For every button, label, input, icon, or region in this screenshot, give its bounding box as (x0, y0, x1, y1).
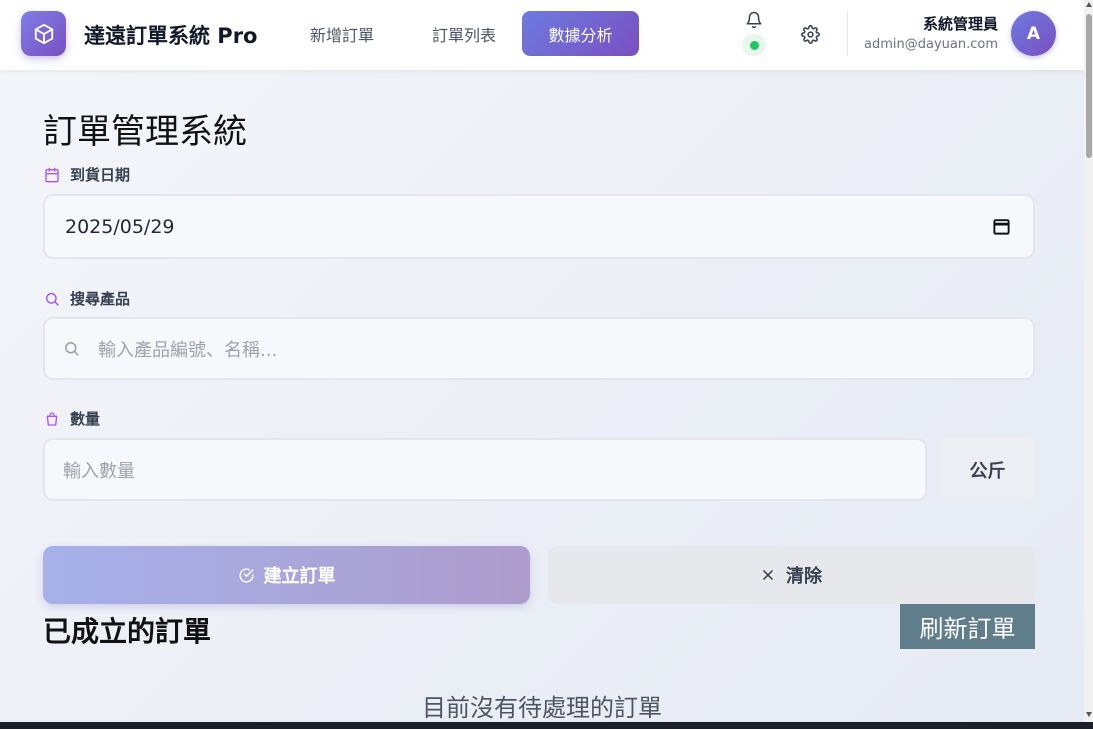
create-order-label: 建立訂單 (263, 566, 336, 587)
scroll-up-arrow-icon[interactable] (1086, 2, 1092, 7)
empty-orders-message: 目前沒有待處理的訂單 (422, 694, 662, 722)
unit-selector-button[interactable]: 公斤 (940, 438, 1035, 501)
cube-icon (34, 23, 53, 44)
clear-label: 清除 (786, 566, 822, 587)
search-placeholder: 輸入產品編號、名稱... (98, 339, 278, 361)
orders-section-title: 已成立的訂單 (43, 615, 212, 648)
close-icon (763, 570, 773, 580)
user-email: admin@dayuan.com (864, 37, 998, 52)
calendar-picker-icon[interactable] (992, 217, 1011, 236)
date-value: 2025/05/29 (65, 215, 175, 238)
product-search-input[interactable]: 輸入產品編號、名稱... (43, 317, 1035, 380)
page-title: 訂單管理系統 (43, 112, 247, 152)
top-navbar: 達遠訂單系統 Pro 新增訂單 訂單列表 數據分析 系統管理員 admin@da… (0, 0, 1084, 70)
settings-button[interactable] (797, 21, 823, 47)
search-icon (45, 292, 59, 306)
status-dot (749, 40, 759, 50)
search-label-text: 搜尋產品 (70, 290, 131, 308)
search-field-label: 搜尋產品 (44, 288, 130, 309)
app-logo[interactable] (21, 11, 66, 56)
delivery-date-input[interactable]: 2025/05/29 (43, 194, 1035, 259)
calendar-icon (45, 167, 59, 182)
date-field-label: 到貨日期 (44, 164, 130, 185)
scrollbar-thumb[interactable] (1086, 14, 1092, 158)
date-label-text: 到貨日期 (70, 166, 131, 184)
quantity-label-text: 數量 (70, 410, 101, 428)
nav-analytics[interactable]: 數據分析 (522, 11, 639, 56)
user-name: 系統管理員 (922, 15, 998, 33)
brand-name: 達遠訂單系統 Pro (84, 24, 258, 48)
check-circle-icon (238, 567, 254, 583)
search-icon (65, 342, 79, 356)
gear-icon (800, 24, 820, 44)
clear-button[interactable]: 清除 (548, 546, 1035, 604)
nav-order-list[interactable]: 訂單列表 (414, 11, 514, 56)
refresh-orders-button[interactable]: 刷新訂單 (900, 604, 1035, 649)
online-status-badge (742, 34, 766, 56)
bell-icon (746, 11, 762, 29)
quantity-placeholder: 輸入數量 (63, 460, 135, 482)
avatar[interactable]: A (1011, 11, 1056, 56)
quantity-field-label: 數量 (44, 408, 100, 429)
create-order-button[interactable]: 建立訂單 (43, 546, 530, 604)
bottom-edge (0, 722, 1093, 729)
header-divider (847, 11, 848, 56)
shopping-bag-icon (46, 411, 58, 426)
nav-new-order[interactable]: 新增訂單 (292, 11, 392, 56)
notification-button[interactable] (740, 6, 768, 34)
scroll-down-arrow-icon[interactable] (1086, 712, 1092, 717)
quantity-input[interactable]: 輸入數量 (43, 438, 927, 501)
